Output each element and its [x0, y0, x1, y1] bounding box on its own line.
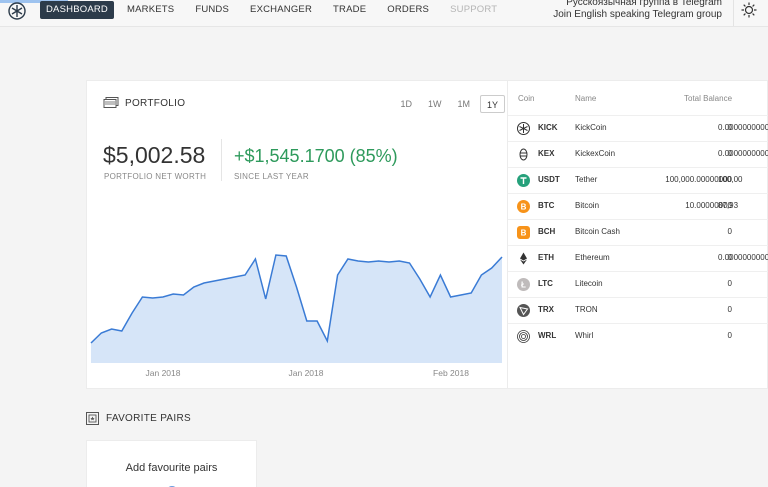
coin-symbol: BTC [538, 201, 555, 210]
telegram-links: Русскоязычная группа в Telegram Join Eng… [553, 0, 722, 21]
coin-name: KickexCoin [575, 149, 616, 158]
net-worth-label: PORTFOLIO NET WORTH [104, 172, 207, 181]
wallet-icon [103, 97, 119, 108]
col-total-header: Total Balance [684, 94, 733, 103]
nav-exchanger[interactable]: EXCHANGER [242, 1, 320, 19]
nav-trade[interactable]: TRADE [325, 1, 374, 19]
favorite-pairs-header: FAVORITE PAIRS [86, 412, 191, 425]
coin-row-ltc[interactable]: Ł LTC Litecoin 0 [508, 271, 768, 297]
add-favourite-pairs-text: Add favourite pairs [125, 462, 218, 474]
coin-row-trx[interactable]: TRX TRON 0 [508, 297, 768, 323]
coin-symbol: USDT [538, 175, 560, 184]
sun-icon[interactable] [740, 1, 758, 19]
coin-total-balance: 0 [727, 331, 732, 340]
coin-name: Bitcoin Cash [575, 227, 620, 236]
bitcoin-cash-icon: B [517, 226, 530, 239]
coin-name: TRON [575, 305, 598, 314]
coin-total-balance: 0 [727, 279, 732, 288]
range-1d[interactable]: 1D [394, 95, 418, 113]
coin-row-eth[interactable]: ETH Ethereum 0 0.0000000000 [508, 245, 768, 271]
kickex-icon [519, 148, 528, 161]
kick-logo-icon[interactable] [8, 2, 26, 20]
range-1w[interactable]: 1W [422, 95, 448, 113]
col-coin-header: Coin [518, 94, 535, 103]
favorite-pairs-title: FAVORITE PAIRS [106, 413, 191, 424]
telegram-en-link[interactable]: Join English speaking Telegram group [553, 9, 722, 21]
stats-divider [221, 139, 222, 181]
coin-row-kick[interactable]: KICK KickCoin 0 0.0000000000 [508, 115, 768, 141]
change-label: SINCE LAST YEAR [234, 172, 309, 181]
nav-support[interactable]: SUPPORT [442, 1, 505, 19]
portfolio-chart: Jan 2018 Jan 2018 Feb 2018 [90, 254, 503, 378]
coin-extra-balance: 87,93 [718, 201, 739, 210]
portfolio-header: PORTFOLIO [103, 97, 185, 109]
coin-total-balance: 0 [727, 227, 732, 236]
tether-icon [517, 174, 530, 187]
bitcoin-icon: B [517, 200, 530, 213]
coin-name: Litecoin [575, 279, 603, 288]
portfolio-title: PORTFOLIO [125, 97, 186, 109]
coin-name: Tether [575, 175, 598, 184]
coin-row-usdt[interactable]: USDT Tether 100,000.00000000 100,00 [508, 167, 768, 193]
ethereum-icon [520, 252, 527, 265]
litecoin-icon: Ł [517, 278, 530, 291]
nav-funds[interactable]: FUNDS [187, 1, 237, 19]
coin-extra-balance: 0.0000000000 [718, 123, 768, 132]
coin-extra-balance: 100,00 [718, 175, 743, 184]
x-tick-label: Jan 2018 [146, 368, 181, 378]
change-value: +$1,545.1700 (85%) [234, 146, 398, 166]
coin-symbol: KEX [538, 149, 555, 158]
coin-name: Ethereum [575, 253, 610, 262]
coin-name: Whirl [575, 331, 594, 340]
coin-symbol: LTC [538, 279, 553, 288]
coin-row-bch[interactable]: B BCH Bitcoin Cash 0 [508, 219, 768, 245]
portfolio-card: PORTFOLIO 1D 1W 1M 1Y $5,002.58 PORTFOLI… [86, 80, 768, 389]
favorite-pairs-card: Add favourite pairs [86, 440, 257, 487]
kickcoin-icon [517, 122, 530, 135]
x-tick-label: Feb 2018 [433, 368, 469, 378]
top-bar: DASHBOARD MARKETS FUNDS EXCHANGER TRADE … [0, 0, 768, 27]
net-worth-value: $5,002.58 [103, 142, 206, 168]
nav-markets[interactable]: MARKETS [119, 1, 182, 19]
topbar-divider [733, 0, 734, 26]
nav-dashboard[interactable]: DASHBOARD [40, 1, 114, 19]
col-name-header: Name [575, 94, 597, 103]
coin-name: Bitcoin [575, 201, 600, 210]
chart-area [91, 255, 502, 363]
range-1y[interactable]: 1Y [479, 95, 505, 113]
favorite-pairs-icon [86, 412, 99, 425]
coin-extra-balance: 0.0000000000 [718, 253, 768, 262]
coin-symbol: BCH [538, 227, 556, 236]
range-1m[interactable]: 1M [451, 95, 476, 113]
main-nav: DASHBOARD MARKETS FUNDS EXCHANGER TRADE … [40, 0, 510, 20]
coin-symbol: WRL [538, 331, 557, 340]
coin-row-btc[interactable]: B BTC Bitcoin 10.00000000 87,93 [508, 193, 768, 219]
coin-symbol: ETH [538, 253, 554, 262]
whirl-icon [517, 330, 530, 343]
coin-row-wrl[interactable]: WRL Whirl 0 [508, 323, 768, 349]
coin-row-kex[interactable]: KEX KickexCoin 0 0.0000000000 [508, 141, 768, 167]
portfolio-panel: PORTFOLIO 1D 1W 1M 1Y $5,002.58 PORTFOLI… [87, 81, 507, 388]
x-tick-label: Jan 2018 [289, 368, 324, 378]
tron-icon [517, 304, 530, 317]
coin-symbol: KICK [538, 123, 558, 132]
coin-extra-balance: 0.0000000000 [718, 149, 768, 158]
coin-symbol: TRX [538, 305, 554, 314]
nav-orders[interactable]: ORDERS [379, 1, 437, 19]
svg-text:Ł: Ł [521, 281, 526, 290]
coin-total-balance: 0 [727, 305, 732, 314]
coin-name: KickCoin [575, 123, 607, 132]
svg-text:B: B [521, 203, 527, 212]
telegram-ru-link[interactable]: Русскоязычная группа в Telegram [553, 0, 722, 9]
svg-text:B: B [521, 229, 527, 238]
range-selector: 1D 1W 1M 1Y [390, 95, 505, 113]
